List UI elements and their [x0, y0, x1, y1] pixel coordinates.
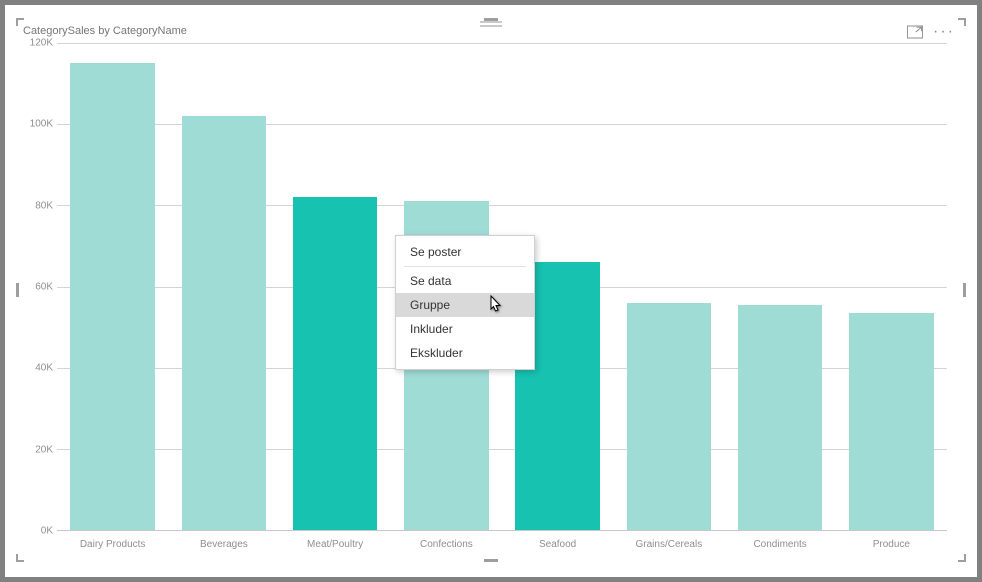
resize-handle-top-left[interactable] [16, 18, 24, 26]
context-menu[interactable]: Se poster Se data Gruppe Inkluder Eksklu… [395, 235, 535, 370]
x-axis-label: Produce [836, 535, 947, 555]
drag-grip-icon[interactable] [480, 21, 502, 29]
bar[interactable] [293, 197, 378, 530]
visual-frame: ··· CategorySales by CategoryName 0K 20K 4… [4, 4, 978, 578]
y-axis-tick: 120K [17, 38, 53, 49]
bar-slot [280, 43, 391, 530]
bar-slot [168, 43, 279, 530]
bar[interactable] [627, 303, 712, 530]
context-menu-item-see-records[interactable]: Se poster [396, 240, 534, 264]
context-menu-item-include[interactable]: Inkluder [396, 317, 534, 341]
resize-handle-top[interactable] [484, 18, 498, 21]
more-options-icon[interactable]: ··· [933, 25, 955, 39]
context-menu-item-group[interactable]: Gruppe [396, 293, 534, 317]
context-menu-separator [404, 266, 526, 267]
y-axis-tick: 80K [17, 200, 53, 211]
bar[interactable] [182, 116, 267, 530]
focus-mode-icon[interactable] [907, 25, 923, 39]
bar[interactable] [738, 305, 823, 530]
x-axis-label: Beverages [168, 535, 279, 555]
x-axis-labels: Dairy ProductsBeveragesMeat/PoultryConfe… [57, 535, 947, 555]
visual-toolbar: ··· [907, 25, 955, 39]
x-axis-label: Meat/Poultry [280, 535, 391, 555]
x-axis-label: Condiments [725, 535, 836, 555]
context-menu-item-see-data[interactable]: Se data [396, 269, 534, 293]
y-axis-tick: 40K [17, 363, 53, 374]
chart-title: CategorySales by CategoryName [23, 25, 187, 37]
bar[interactable] [849, 313, 934, 530]
resize-handle-top-right[interactable] [958, 18, 966, 26]
bar-slot [836, 43, 947, 530]
resize-handle-bottom-left[interactable] [16, 554, 24, 562]
y-axis-tick: 0K [17, 526, 53, 537]
bar-slot [613, 43, 724, 530]
bar[interactable] [70, 63, 155, 530]
resize-handle-right[interactable] [963, 283, 966, 297]
x-axis-label: Seafood [502, 535, 613, 555]
context-menu-item-exclude[interactable]: Ekskluder [396, 341, 534, 365]
y-axis-tick: 20K [17, 444, 53, 455]
resize-handle-bottom[interactable] [484, 559, 498, 562]
resize-handle-bottom-right[interactable] [958, 554, 966, 562]
x-axis-label: Confections [391, 535, 502, 555]
chart-card[interactable]: ··· CategorySales by CategoryName 0K 20K 4… [17, 19, 965, 561]
y-axis-tick: 60K [17, 282, 53, 293]
bar-slot [57, 43, 168, 530]
x-axis-label: Grains/Cereals [613, 535, 724, 555]
x-axis-label: Dairy Products [57, 535, 168, 555]
y-axis-tick: 100K [17, 119, 53, 130]
bar-slot [725, 43, 836, 530]
